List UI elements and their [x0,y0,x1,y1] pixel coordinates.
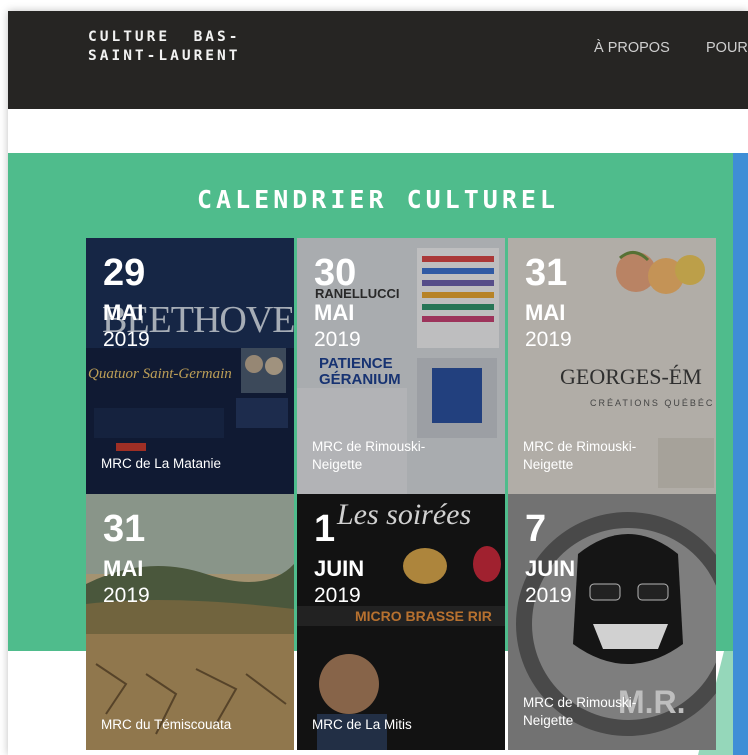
event-card[interactable]: M.R. 7 JUIN 2019 MRC de Rimouski-Neigett… [508,494,716,750]
event-year: 2019 [525,328,572,351]
event-card[interactable]: 31 MAI 2019 MRC du Témiscouata [86,494,294,750]
event-month: MAI [525,300,566,325]
event-day: 7 [525,508,547,550]
event-region: MRC de Rimouski-Neigette [523,439,637,472]
site-logo[interactable]: CULTURE BAS- SAINT-LAURENT [88,28,241,66]
event-region: MRC de Rimouski-Neigette [523,695,637,728]
event-grid: BEETHOVE Quatuor Saint-Germain 29 MAI 20… [86,238,716,755]
event-day: 29 [103,252,146,294]
calendar-title: CALENDRIER CULTUREL [197,185,559,214]
event-region: MRC de Rimouski-Neigette [312,439,426,472]
event-month: MAI [103,556,144,581]
event-year: 2019 [314,584,361,607]
nav-item-a-propos[interactable]: À PROPOS [594,40,670,56]
event-day: 31 [103,508,146,550]
event-month: MAI [103,300,144,325]
browser-viewport: CULTURE BAS- SAINT-LAURENT À PROPOS POUR… [8,11,748,755]
event-year: 2019 [103,584,150,607]
event-day: 1 [314,508,336,550]
header-spacer [8,109,748,153]
event-card[interactable]: BEETHOVE Quatuor Saint-Germain 29 MAI 20… [86,238,294,494]
event-region: MRC de La Matanie [101,456,222,471]
event-year: 2019 [314,328,361,351]
adjacent-panel-edge [733,153,748,755]
event-region: MRC du Témiscouata [101,717,232,732]
event-region: MRC de La Mitis [312,717,412,732]
event-month: MAI [314,300,355,325]
event-year: 2019 [103,328,150,351]
event-card[interactable]: GEORGES-ÉM CRÉATIONS QUÉBÉC 31 MAI 2019 … [508,238,716,494]
event-day: 31 [525,252,568,294]
logo-line-2: SAINT-LAURENT [88,48,241,64]
event-card[interactable]: RANELLUCCI PATIENCE GÉRANIUM 30 MAI 2019… [297,238,505,494]
event-card[interactable]: Les soirées MICRO BRASSE RIR 1 JUIN 2019… [297,494,505,750]
nav-item-pour[interactable]: POUR [706,40,748,56]
event-month: JUIN [314,556,365,581]
event-month: JUIN [525,556,576,581]
event-year: 2019 [525,584,572,607]
site-header: CULTURE BAS- SAINT-LAURENT À PROPOS POUR [8,11,748,109]
event-day: 30 [314,252,357,294]
logo-line-1: CULTURE BAS- [88,29,241,45]
